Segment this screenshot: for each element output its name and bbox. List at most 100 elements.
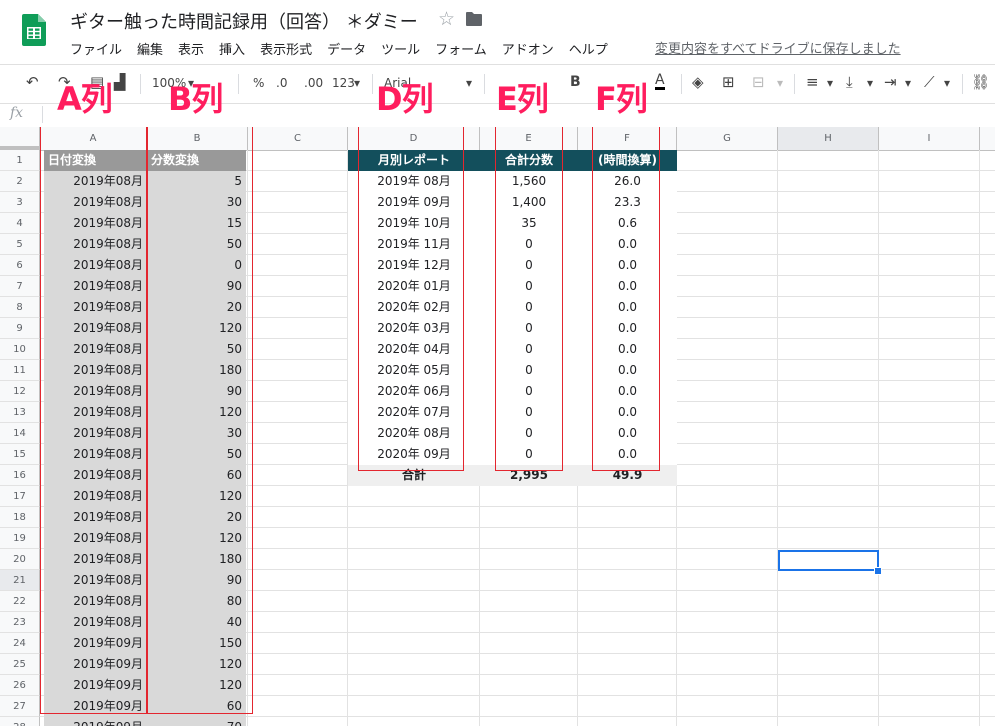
- report-month-cell[interactable]: 2020年 09月: [348, 444, 480, 465]
- row-header-21[interactable]: 21: [0, 570, 40, 591]
- column-header-c[interactable]: C: [248, 127, 348, 150]
- report-hours-cell[interactable]: 0.0: [578, 255, 677, 276]
- save-status-link[interactable]: 変更内容をすべてドライブに保存しました: [655, 38, 901, 57]
- row-header-9[interactable]: 9: [0, 318, 40, 339]
- paint-format-icon[interactable]: ▟: [114, 73, 126, 91]
- menu-item-3[interactable]: 挿入: [219, 39, 245, 58]
- row-header-27[interactable]: 27: [0, 696, 40, 717]
- menu-item-2[interactable]: 表示: [178, 39, 204, 58]
- raw-date-cell[interactable]: 2019年08月: [44, 486, 147, 507]
- merge-dropdown-icon[interactable]: ▾: [777, 76, 783, 90]
- report-month-cell[interactable]: 2019年 11月: [348, 234, 480, 255]
- report-month-cell[interactable]: 2020年 06月: [348, 381, 480, 402]
- valign-dropdown-icon[interactable]: ▾: [867, 76, 873, 90]
- sheets-logo-icon[interactable]: [22, 14, 46, 46]
- vertical-align-icon[interactable]: ⤓: [846, 73, 853, 91]
- report-month-cell[interactable]: 2019年 08月: [348, 171, 480, 192]
- row-header-3[interactable]: 3: [0, 192, 40, 213]
- row-header-17[interactable]: 17: [0, 486, 40, 507]
- rotation-dropdown-icon[interactable]: ▾: [944, 76, 950, 90]
- number-format-button[interactable]: 123: [332, 76, 355, 90]
- row-header-8[interactable]: 8: [0, 297, 40, 318]
- row-header-23[interactable]: 23: [0, 612, 40, 633]
- row-header-4[interactable]: 4: [0, 213, 40, 234]
- format-percent-button[interactable]: %: [253, 76, 264, 90]
- report-month-cell[interactable]: 2020年 08月: [348, 423, 480, 444]
- report-hours-cell[interactable]: 0.0: [578, 444, 677, 465]
- raw-date-cell[interactable]: 2019年08月: [44, 444, 147, 465]
- raw-minutes-cell[interactable]: 30: [147, 192, 246, 213]
- raw-minutes-cell[interactable]: 50: [147, 339, 246, 360]
- folder-icon[interactable]: [466, 12, 482, 26]
- report-hours-cell[interactable]: 0.6: [578, 213, 677, 234]
- column-header-b[interactable]: B: [147, 127, 248, 150]
- report-hours-cell[interactable]: 0.0: [578, 276, 677, 297]
- report-minutes-cell[interactable]: 0: [480, 423, 578, 444]
- raw-minutes-cell[interactable]: 90: [147, 381, 246, 402]
- row-header-15[interactable]: 15: [0, 444, 40, 465]
- report-month-cell[interactable]: 2020年 02月: [348, 297, 480, 318]
- raw-date-cell[interactable]: 2019年09月: [44, 654, 147, 675]
- menu-item-6[interactable]: ツール: [381, 39, 420, 58]
- report-hours-cell[interactable]: 0.0: [578, 297, 677, 318]
- raw-minutes-cell[interactable]: 50: [147, 444, 246, 465]
- wrap-dropdown-icon[interactable]: ▾: [905, 76, 911, 90]
- report-minutes-cell[interactable]: 0: [480, 297, 578, 318]
- menu-item-4[interactable]: 表示形式: [260, 39, 312, 58]
- report-minutes-cell[interactable]: 0: [480, 339, 578, 360]
- row-header-20[interactable]: 20: [0, 549, 40, 570]
- raw-minutes-cell[interactable]: 5: [147, 171, 246, 192]
- report-minutes-cell[interactable]: 0: [480, 318, 578, 339]
- raw-minutes-cell[interactable]: 50: [147, 234, 246, 255]
- raw-minutes-cell[interactable]: 20: [147, 507, 246, 528]
- report-hours-cell[interactable]: 23.3: [578, 192, 677, 213]
- raw-minutes-cell[interactable]: 90: [147, 276, 246, 297]
- text-rotation-icon[interactable]: ⟋: [924, 73, 935, 91]
- report-total-minutes[interactable]: 2,995: [480, 465, 578, 486]
- raw-header-minutes[interactable]: 分数変換: [147, 150, 246, 171]
- insert-link-icon[interactable]: ⛓: [971, 73, 990, 91]
- undo-icon[interactable]: ↶: [26, 73, 39, 91]
- raw-date-cell[interactable]: 2019年08月: [44, 465, 147, 486]
- report-month-cell[interactable]: 2020年 01月: [348, 276, 480, 297]
- row-header-12[interactable]: 12: [0, 381, 40, 402]
- row-header-10[interactable]: 10: [0, 339, 40, 360]
- menu-item-8[interactable]: アドオン: [502, 39, 554, 58]
- report-hours-cell[interactable]: 0.0: [578, 360, 677, 381]
- raw-date-cell[interactable]: 2019年08月: [44, 297, 147, 318]
- row-header-28[interactable]: 28: [0, 717, 40, 726]
- menu-item-5[interactable]: データ: [327, 39, 366, 58]
- raw-date-cell[interactable]: 2019年08月: [44, 507, 147, 528]
- raw-date-cell[interactable]: 2019年09月: [44, 633, 147, 654]
- column-header-e[interactable]: E: [480, 127, 578, 150]
- raw-date-cell[interactable]: 2019年09月: [44, 717, 147, 726]
- number-format-dropdown-icon[interactable]: ▾: [354, 76, 360, 90]
- raw-date-cell[interactable]: 2019年08月: [44, 234, 147, 255]
- report-minutes-cell[interactable]: 0: [480, 255, 578, 276]
- borders-icon[interactable]: ⊞: [722, 73, 735, 91]
- text-color-button[interactable]: A: [655, 73, 665, 90]
- raw-date-cell[interactable]: 2019年08月: [44, 612, 147, 633]
- report-minutes-cell[interactable]: 0: [480, 402, 578, 423]
- report-header-minutes[interactable]: 合計分数: [480, 150, 578, 171]
- raw-date-cell[interactable]: 2019年09月: [44, 696, 147, 717]
- menu-item-7[interactable]: フォーム: [435, 39, 487, 58]
- report-hours-cell[interactable]: 26.0: [578, 171, 677, 192]
- raw-date-cell[interactable]: 2019年08月: [44, 402, 147, 423]
- raw-date-cell[interactable]: 2019年08月: [44, 549, 147, 570]
- select-all-corner[interactable]: [0, 127, 40, 150]
- row-header-26[interactable]: 26: [0, 675, 40, 696]
- row-header-16[interactable]: 16: [0, 465, 40, 486]
- raw-minutes-cell[interactable]: 120: [147, 402, 246, 423]
- column-header-a[interactable]: A: [40, 127, 147, 150]
- column-header-f[interactable]: F: [578, 127, 677, 150]
- raw-minutes-cell[interactable]: 120: [147, 528, 246, 549]
- decrease-decimal-button[interactable]: .0: [276, 76, 287, 90]
- raw-date-cell[interactable]: 2019年08月: [44, 276, 147, 297]
- row-header-14[interactable]: 14: [0, 423, 40, 444]
- raw-date-cell[interactable]: 2019年08月: [44, 255, 147, 276]
- report-month-cell[interactable]: 2019年 12月: [348, 255, 480, 276]
- column-header-i[interactable]: I: [879, 127, 980, 150]
- row-header-25[interactable]: 25: [0, 654, 40, 675]
- raw-date-cell[interactable]: 2019年08月: [44, 339, 147, 360]
